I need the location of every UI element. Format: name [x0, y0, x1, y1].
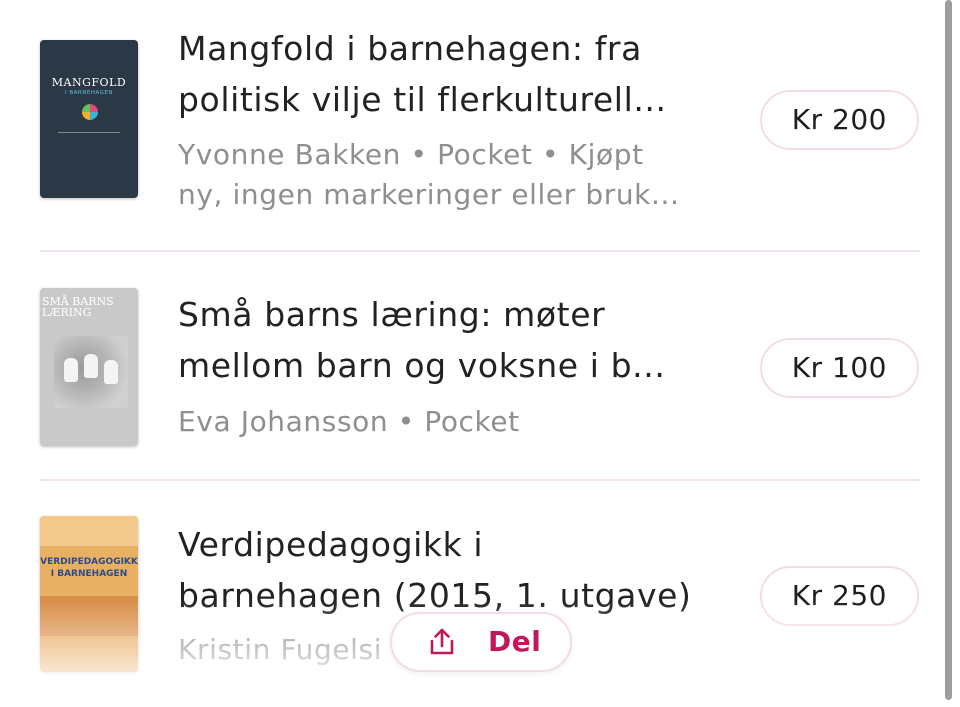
item-meta-line-2: ny, ingen markeringer eller bruk... [178, 178, 680, 211]
item-meta-line-1: Kristin Fugelsi [178, 633, 383, 666]
book-cover-image: MANGFOLD I BARNEHAGEN [40, 40, 138, 198]
book-cover-image: SMÅ BARNS LÆRING [40, 288, 138, 446]
item-title-line-1: Mangfold i barnehagen: fra [178, 29, 642, 68]
listing-page: MANGFOLD I BARNEHAGEN Mangfold i barneha… [0, 0, 960, 707]
cover-art-stripe [40, 596, 138, 636]
share-button[interactable]: Del [390, 612, 572, 672]
item-title: Verdipedagogikk i barnehagen (2015, 1. u… [178, 519, 718, 621]
item-title-line-1: Små barns læring: møter [178, 295, 606, 334]
divider [40, 250, 920, 252]
cover-title-line-1: VERDIPEDAGOGIKK [40, 557, 138, 567]
cover-art-stripe [40, 516, 138, 546]
item-title: Mangfold i barnehagen: fra politisk vilj… [178, 23, 718, 125]
cover-title-line-2: I BARNEHAGEN [50, 569, 128, 579]
item-meta-line-1: Yvonne Bakken • Pocket • Kjøpt [178, 138, 644, 171]
cover-title: VERDIPEDAGOGIKK I BARNEHAGEN [40, 556, 138, 580]
cover-divider [58, 132, 120, 143]
book-cover-image: VERDIPEDAGOGIKK I BARNEHAGEN [40, 516, 138, 672]
price-badge[interactable]: Kr 200 [759, 90, 919, 150]
cover-subtitle: I BARNEHAGEN [65, 90, 113, 96]
price-badge[interactable]: Kr 250 [759, 566, 919, 626]
cover-title: MANGFOLD [51, 76, 127, 89]
item-meta: Eva Johansson • Pocket [178, 402, 718, 442]
item-title-line-2: mellom barn og voksne i b... [178, 346, 666, 385]
divider [40, 479, 920, 481]
price-badge[interactable]: Kr 100 [759, 338, 919, 398]
item-title-line-1: Verdipedagogikk i [178, 525, 484, 564]
cover-art-stripe [40, 636, 138, 672]
cover-authors [40, 40, 138, 68]
cover-title: SMÅ BARNS LÆRING [42, 296, 136, 318]
cover-title-line-2: LÆRING [42, 306, 92, 319]
scrollbar[interactable] [945, 0, 952, 700]
cover-figure [104, 360, 118, 384]
item-title: Små barns læring: møter mellom barn og v… [178, 289, 718, 391]
item-meta: Yvonne Bakken • Pocket • Kjøpt ny, ingen… [178, 135, 718, 215]
cover-graphic [82, 104, 98, 120]
cover-photo [54, 336, 128, 408]
share-icon [430, 628, 454, 655]
cover-figure [84, 354, 98, 378]
share-button-label: Del [488, 625, 542, 658]
item-meta-line-1: Eva Johansson • Pocket [178, 405, 520, 438]
item-title-line-2: politisk vilje til flerkulturell... [178, 80, 667, 119]
cover-figure [64, 358, 78, 382]
